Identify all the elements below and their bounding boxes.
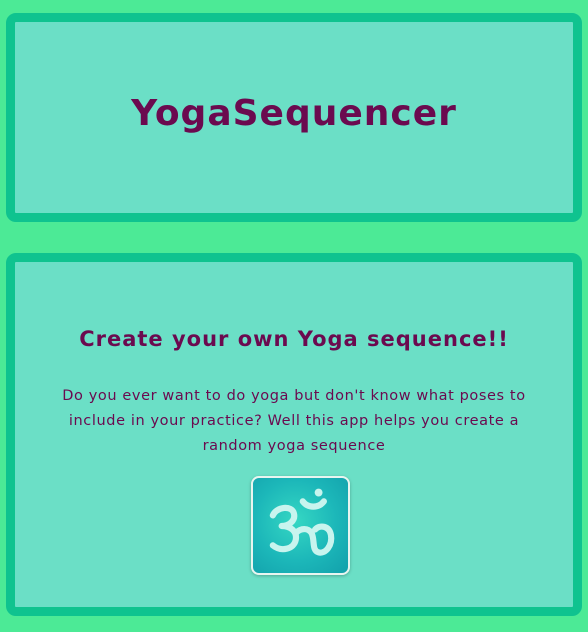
om-icon[interactable]	[251, 476, 350, 575]
om-symbol	[269, 488, 334, 556]
content-panel: Create your own Yoga sequence!! Do you e…	[6, 253, 582, 616]
app-title: YogaSequencer	[131, 93, 457, 134]
description-text: Do you ever want to do yoga but don't kn…	[62, 388, 526, 454]
header-panel: YogaSequencer	[6, 13, 582, 222]
headline: Create your own Yoga sequence!!	[79, 327, 509, 351]
